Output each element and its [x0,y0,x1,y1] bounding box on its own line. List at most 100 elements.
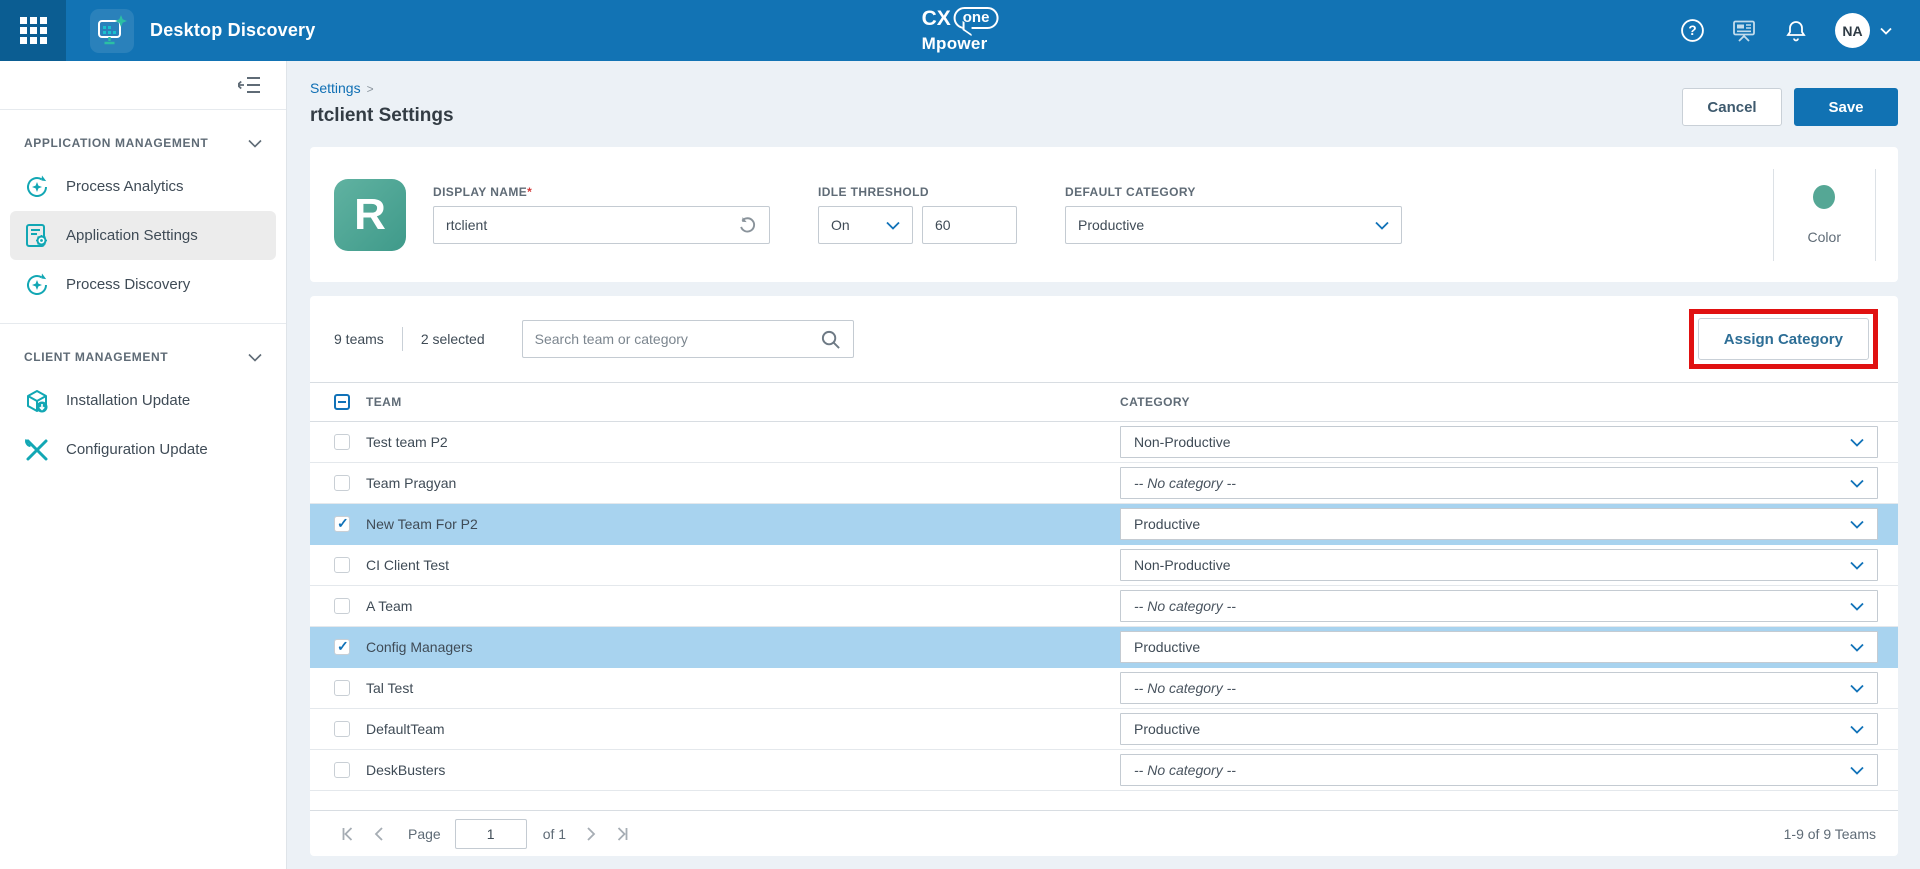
row-checkbox[interactable] [334,434,350,450]
category-dropdown[interactable]: Productive [1120,508,1878,540]
last-page-icon[interactable] [610,821,636,847]
category-value: Non-Productive [1134,557,1231,573]
category-dropdown[interactable]: -- No category -- [1120,467,1878,499]
default-category-dropdown[interactable]: Productive [1065,206,1402,244]
sidebar-item-process-discovery[interactable]: Process Discovery [10,260,276,309]
table-row[interactable]: Test team P2 Non-Productive [310,422,1898,463]
row-checkbox[interactable] [334,475,350,491]
page-number-input[interactable] [455,819,527,849]
breadcrumb: Settings> [310,80,454,96]
idle-threshold-seconds-value: 60 [935,217,951,233]
help-icon[interactable]: ? [1679,18,1705,44]
sidebar-item-configuration-update[interactable]: Configuration Update [10,425,276,474]
category-value: -- No category -- [1134,762,1236,778]
chevron-down-icon [1850,479,1864,488]
team-search[interactable] [522,320,854,358]
category-dropdown[interactable]: Productive [1120,631,1878,663]
search-input[interactable] [535,331,820,347]
reset-icon[interactable] [738,216,757,235]
teams-card: 9 teams 2 selected Assign Category TEAM … [310,296,1898,856]
notifications-bell-icon[interactable] [1783,18,1809,44]
category-dropdown[interactable]: -- No category -- [1120,754,1878,786]
section-client-management[interactable]: CLIENT MANAGEMENT [0,324,286,376]
app-title: Desktop Discovery [150,20,315,41]
chevron-down-icon [1850,438,1864,447]
team-name: Config Managers [366,639,1104,655]
section-application-management[interactable]: APPLICATION MANAGEMENT [0,110,286,162]
cancel-button[interactable]: Cancel [1682,88,1782,126]
category-dropdown[interactable]: -- No category -- [1120,672,1878,704]
table-row[interactable]: A Team -- No category -- [310,586,1898,627]
table-row[interactable]: Tal Test -- No category -- [310,668,1898,709]
table-row[interactable]: New Team For P2 Productive [310,504,1898,545]
table-row[interactable]: Team Pragyan -- No category -- [310,463,1898,504]
toolbar-divider [402,327,403,351]
category-value: Non-Productive [1134,434,1231,450]
row-checkbox[interactable] [334,762,350,778]
row-checkbox[interactable] [334,598,350,614]
table-row[interactable]: DeskBusters -- No category -- [310,750,1898,791]
display-name-field[interactable]: rtclient [433,206,770,244]
table-row[interactable]: DefaultTeam Productive [310,709,1898,750]
results-range: 1-9 of 9 Teams [1784,826,1876,842]
page-of-label: of 1 [543,826,566,842]
sidebar-item-process-analytics[interactable]: Process Analytics [10,162,276,211]
table-row[interactable]: Config Managers Productive [310,627,1898,668]
search-icon [820,329,841,350]
save-button[interactable]: Save [1794,88,1898,126]
team-name: Team Pragyan [366,475,1104,491]
select-all-checkbox[interactable] [334,394,350,410]
chevron-down-icon [1850,602,1864,611]
chevron-down-icon [1850,643,1864,652]
table-row[interactable]: CI Client Test Non-Productive [310,545,1898,586]
row-checkbox[interactable] [334,557,350,573]
idle-threshold-toggle-value: On [831,217,850,233]
table-body: Test team P2 Non-Productive Team Pragyan… [310,422,1898,791]
idle-threshold-seconds-field[interactable]: 60 [922,206,1017,244]
sidebar: APPLICATION MANAGEMENT Process Analytics… [0,61,287,869]
sidebar-item-installation-update[interactable]: Installation Update [10,376,276,425]
row-checkbox[interactable] [334,680,350,696]
chevron-down-icon [1850,766,1864,775]
table-header: TEAM CATEGORY [310,382,1898,422]
client-avatar: R [334,179,406,251]
desktop-discovery-logo [90,9,134,53]
team-column-header: TEAM [366,395,1104,409]
chevron-down-icon [248,139,262,148]
chevron-down-icon [1850,684,1864,693]
assign-category-button[interactable]: Assign Category [1698,318,1869,360]
team-name: Test team P2 [366,434,1104,450]
team-name: New Team For P2 [366,516,1104,532]
breadcrumb-settings-link[interactable]: Settings [310,80,361,96]
row-checkbox[interactable] [334,639,350,655]
default-category-label: DEFAULT CATEGORY [1065,185,1402,199]
table-spacer [310,791,1898,810]
category-dropdown[interactable]: -- No category -- [1120,590,1878,622]
brand-mpower: Mpower [922,35,999,52]
category-dropdown[interactable]: Non-Productive [1120,549,1878,581]
collapse-sidebar-icon[interactable] [238,75,261,95]
user-menu[interactable]: NA [1835,13,1894,48]
brand-cx: CX [922,8,951,29]
chevron-down-icon [1375,221,1389,230]
category-value: Productive [1134,516,1200,532]
first-page-icon[interactable] [334,821,360,847]
idle-threshold-toggle[interactable]: On [818,206,913,244]
svg-text:?: ? [1688,23,1696,38]
category-dropdown[interactable]: Non-Productive [1120,426,1878,458]
previous-page-icon[interactable] [366,821,392,847]
category-value: -- No category -- [1134,680,1236,696]
row-checkbox[interactable] [334,516,350,532]
color-picker[interactable]: Color [1773,169,1876,261]
app-launcher-button[interactable] [0,0,66,61]
client-settings-card: R DISPLAY NAME* rtclient IDLE THRESHOLD … [310,147,1898,282]
row-checkbox[interactable] [334,721,350,737]
sidebar-item-application-settings[interactable]: Application Settings [10,211,276,260]
whats-new-board-icon[interactable] [1731,18,1757,44]
chevron-down-icon [1850,520,1864,529]
category-dropdown[interactable]: Productive [1120,713,1878,745]
teams-count: 9 teams [334,331,384,347]
next-page-icon[interactable] [578,821,604,847]
color-swatch[interactable] [1813,185,1835,209]
chevron-down-icon [1850,561,1864,570]
